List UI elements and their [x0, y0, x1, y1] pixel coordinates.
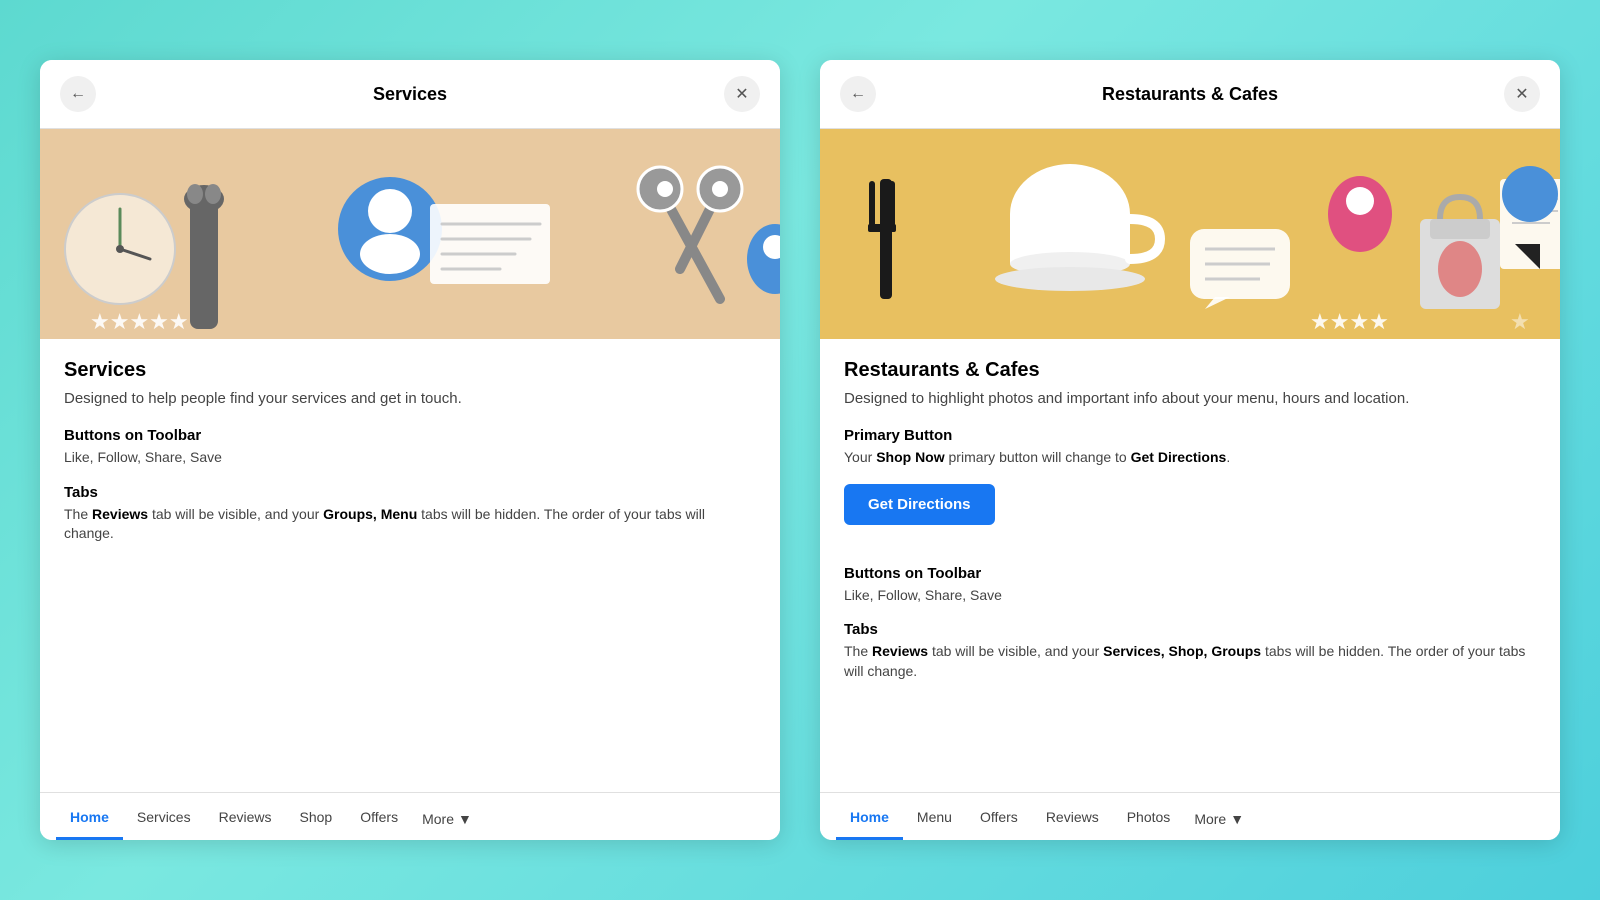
get-directions-wrapper: Get Directions — [844, 484, 1536, 545]
services-tabs-desc: The Reviews tab will be visible, and you… — [64, 505, 756, 544]
tab-reviews-r[interactable]: Reviews — [1032, 793, 1113, 840]
tab-more-label-r: More — [1194, 811, 1226, 827]
tab-offers-r[interactable]: Offers — [966, 793, 1032, 840]
back-button-2[interactable]: ← — [840, 76, 876, 112]
tab-offers[interactable]: Offers — [346, 793, 412, 840]
services-tabs-bar: Home Services Reviews Shop Offers More ▼ — [40, 792, 780, 840]
close-button-2[interactable]: ✕ — [1504, 76, 1540, 112]
close-button[interactable]: ✕ — [724, 76, 760, 112]
tab-photos-r[interactable]: Photos — [1113, 793, 1185, 840]
tab-more-r[interactable]: More ▼ — [1184, 795, 1254, 839]
tab-home[interactable]: Home — [56, 793, 123, 840]
tab-reviews[interactable]: Reviews — [205, 793, 286, 840]
services-main-desc: Designed to help people find your servic… — [64, 388, 756, 409]
restaurants-title: Restaurants & Cafes — [1102, 84, 1278, 105]
restaurants-buttons-desc: Like, Follow, Share, Save — [844, 586, 1536, 606]
chevron-down-icon-r: ▼ — [1230, 811, 1244, 827]
tab-menu-r[interactable]: Menu — [903, 793, 966, 840]
tab-services[interactable]: Services — [123, 793, 205, 840]
restaurants-card: ← Restaurants & Cafes ✕ — [820, 60, 1560, 840]
svg-text:★★★★★: ★★★★★ — [90, 309, 189, 334]
restaurants-tabs-desc: The Reviews tab will be visible, and you… — [844, 642, 1536, 681]
back-button[interactable]: ← — [60, 76, 96, 112]
primary-button-title: Primary Button — [844, 427, 1536, 444]
restaurants-main-desc: Designed to highlight photos and importa… — [844, 388, 1536, 409]
tab-home-r[interactable]: Home — [836, 793, 903, 840]
svg-text:★★★★: ★★★★ — [1310, 309, 1389, 334]
services-hero-image: ★★★★★ — [40, 129, 780, 339]
primary-button-desc: Your Shop Now primary button will change… — [844, 448, 1536, 468]
tab-shop[interactable]: Shop — [286, 793, 347, 840]
services-header: ← Services ✕ — [40, 60, 780, 129]
services-buttons-desc: Like, Follow, Share, Save — [64, 448, 756, 468]
svg-text:★: ★ — [1510, 309, 1530, 334]
services-main-title: Services — [64, 359, 756, 382]
services-title: Services — [373, 84, 447, 105]
tab-more[interactable]: More ▼ — [412, 795, 482, 839]
restaurants-main-title: Restaurants & Cafes — [844, 359, 1536, 382]
get-directions-button[interactable]: Get Directions — [844, 484, 995, 525]
services-body: Services Designed to help people find yo… — [40, 339, 780, 792]
restaurants-header: ← Restaurants & Cafes ✕ — [820, 60, 1560, 129]
restaurants-buttons-title: Buttons on Toolbar — [844, 565, 1536, 582]
restaurants-body: Restaurants & Cafes Designed to highligh… — [820, 339, 1560, 792]
services-card: ← Services ✕ — [40, 60, 780, 840]
restaurants-tabs-title: Tabs — [844, 621, 1536, 638]
services-buttons-title: Buttons on Toolbar — [64, 427, 756, 444]
services-tabs-title: Tabs — [64, 484, 756, 501]
chevron-down-icon: ▼ — [458, 811, 472, 827]
restaurants-hero-image: ★★★★ ★ — [820, 129, 1560, 339]
restaurants-tabs-bar: Home Menu Offers Reviews Photos More ▼ — [820, 792, 1560, 840]
tab-more-label: More — [422, 811, 454, 827]
